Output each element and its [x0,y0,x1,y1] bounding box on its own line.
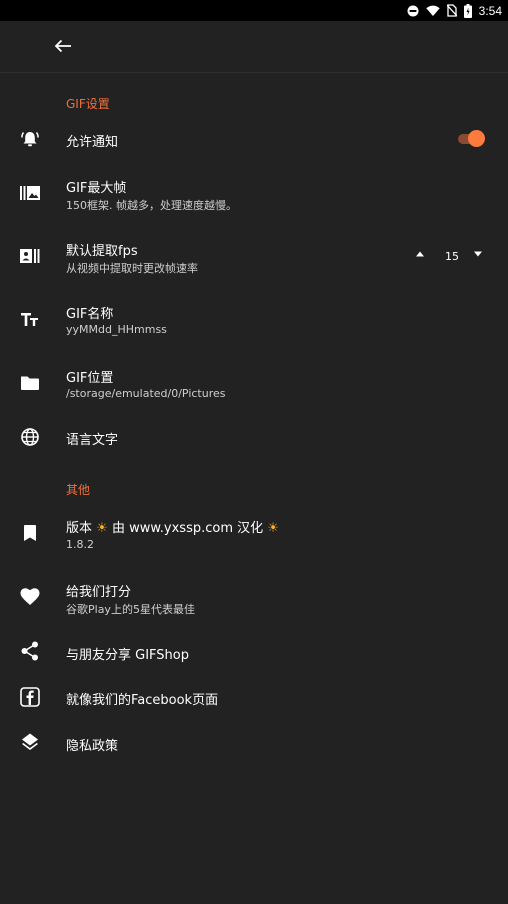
setting-subtitle: 从视频中提取时更改帧速率 [66,262,198,275]
no-sim-icon [446,4,457,17]
setting-title: 隐私政策 [66,739,119,754]
setting-allow-notifications[interactable]: 允许通知 [0,120,508,160]
fps-stepper[interactable]: 15 [412,247,492,267]
setting-title: 允许通知 [66,135,119,150]
setting-subtitle: 1.8.2 [66,538,94,551]
setting-gif-max-frames[interactable]: GIF最大帧 150框架. 帧越多，处理速度越慢。 [0,170,508,216]
heart-icon [19,586,41,608]
back-arrow-icon [54,39,71,53]
setting-rate-us[interactable]: 给我们打分 谷歌Play上的5星代表最佳 [0,574,508,620]
setting-share-app[interactable]: 与朋友分享 GIFShop [0,632,508,672]
dnd-icon [407,5,419,16]
bookmark-icon [19,522,41,544]
setting-title: 就像我们的Facebook页面 [66,693,219,708]
share-icon [19,640,41,662]
status-icons: 3:54 [407,0,502,21]
frames-icon [19,182,41,204]
setting-version[interactable]: 版本 ☀ 由 www.yxssp.com 汉化 ☀ 1.8.2 [0,510,508,556]
status-bar: 3:54 [0,0,508,21]
setting-title: GIF名称 [66,307,114,322]
setting-title: 与朋友分享 GIFShop [66,648,189,663]
arrow-up-icon[interactable] [416,251,424,257]
globe-icon [19,426,41,448]
setting-facebook-page[interactable]: 就像我们的Facebook页面 [0,677,508,717]
setting-language[interactable]: 语言文字 [0,418,508,458]
setting-subtitle: /storage/emulated/0/Pictures [66,387,226,400]
status-time: 3:54 [478,3,502,18]
version-label: 版本 [66,521,93,536]
setting-title: 语言文字 [66,433,119,448]
setting-gif-name[interactable]: GIF名称 yyMMdd_HHmmss [0,296,508,342]
setting-title: 版本 ☀ 由 www.yxssp.com 汉化 ☀ [66,517,279,536]
section-header-gif-settings: GIF设置 [66,97,110,111]
section-header-other: 其他 [66,483,91,497]
setting-title: 默认提取fps [66,244,138,259]
setting-subtitle: yyMMdd_HHmmss [66,323,167,336]
setting-subtitle: 150框架. 帧越多，处理速度越慢。 [66,199,237,212]
setting-default-fps[interactable]: 默认提取fps 从视频中提取时更改帧速率 15 [0,233,508,279]
fps-icon [19,245,41,267]
setting-gif-location[interactable]: GIF位置 /storage/emulated/0/Pictures [0,360,508,406]
notifications-toggle[interactable] [458,130,486,147]
bell-ring-icon [19,128,41,150]
sun-emoji-icon: ☀ [96,521,108,536]
version-credit: 由 www.yxssp.com 汉化 [111,521,264,536]
toggle-thumb [468,130,485,147]
back-button[interactable] [50,33,76,59]
setting-privacy-policy[interactable]: 隐私政策 [0,723,508,763]
setting-title: GIF最大帧 [66,181,127,196]
app-bar [0,21,508,73]
wifi-icon [425,5,440,16]
folder-icon [19,372,41,394]
fps-value: 15 [445,250,459,263]
facebook-icon [19,686,41,708]
arrow-down-icon[interactable] [474,251,482,257]
layers-icon [19,731,41,753]
battery-icon [463,3,472,18]
text-size-icon [19,308,41,330]
setting-title: 给我们打分 [66,585,132,600]
setting-title: GIF位置 [66,371,114,386]
sun-emoji-icon: ☀ [267,521,279,536]
setting-subtitle: 谷歌Play上的5星代表最佳 [66,603,195,616]
